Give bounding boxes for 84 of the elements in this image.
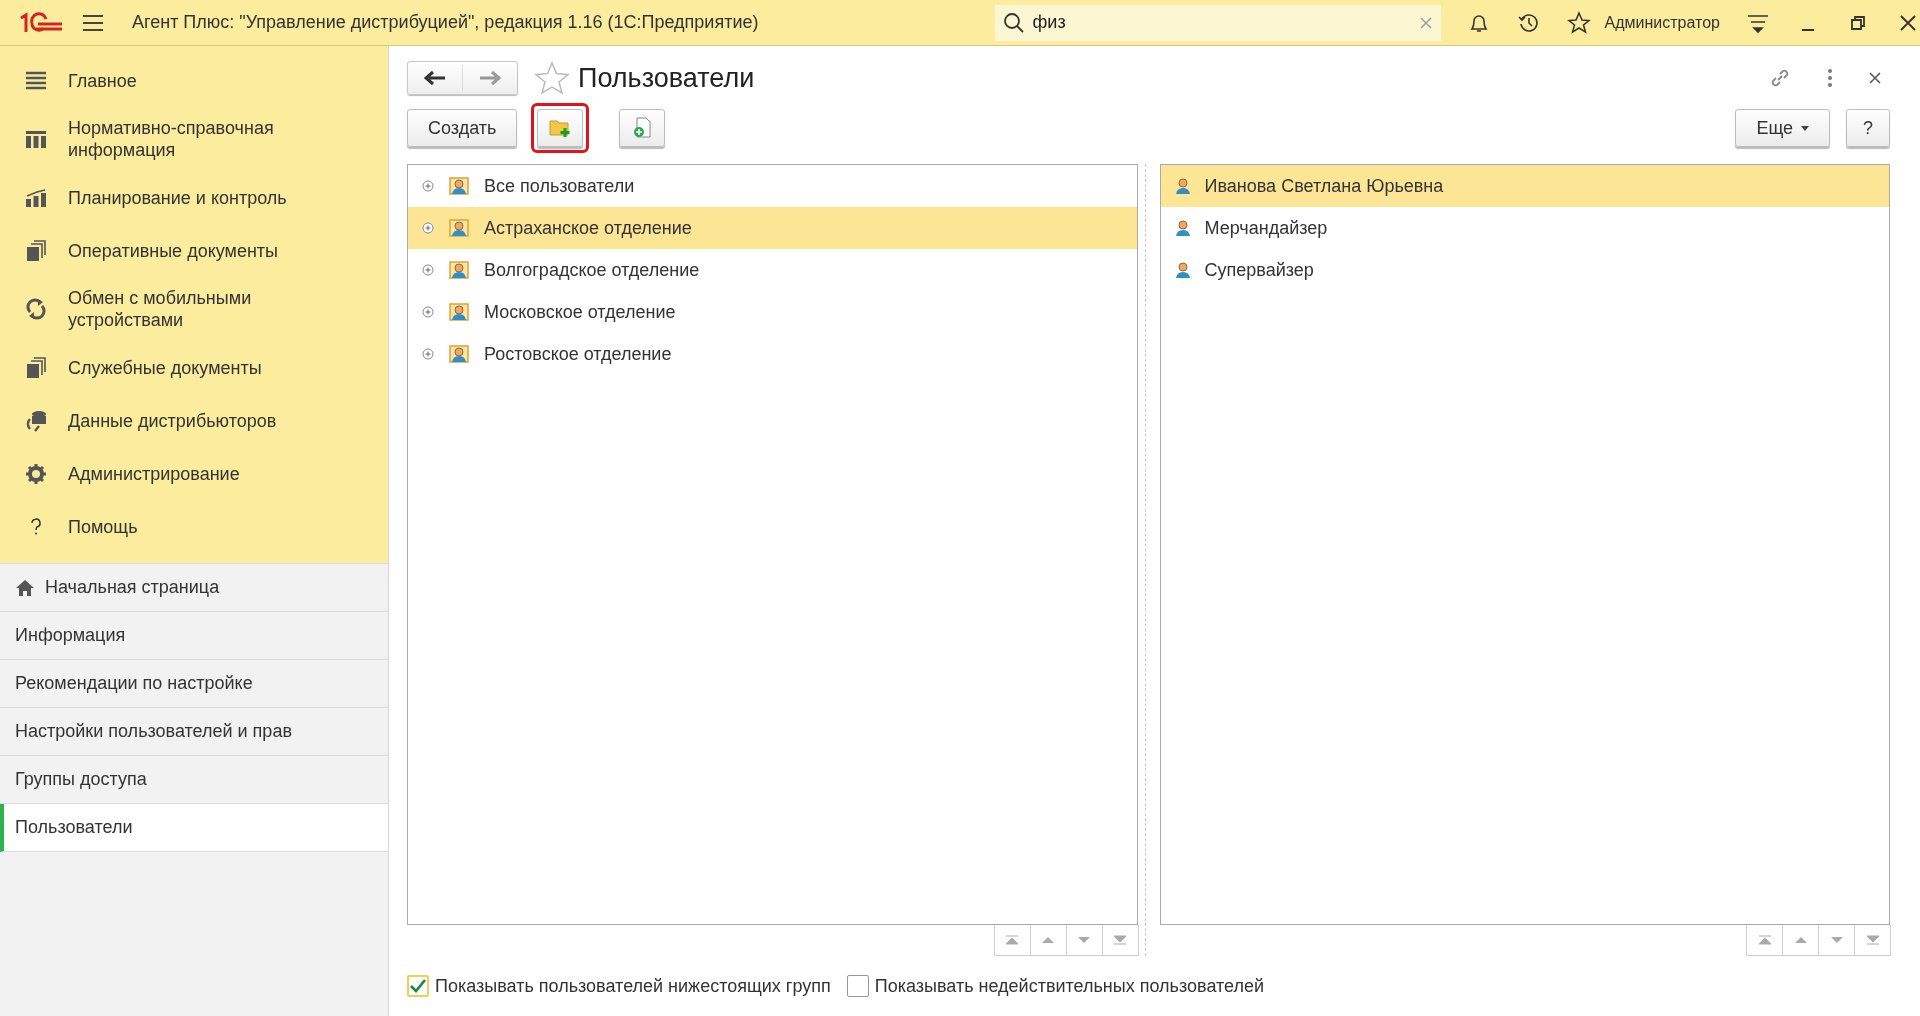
menu-icon[interactable] [82,13,104,32]
scroll-top-icon [1005,935,1019,945]
caret-icon [1801,125,1809,131]
expand-icon[interactable] [422,348,434,360]
forward-arrow-icon[interactable] [479,70,501,86]
expand-icon[interactable] [422,180,434,192]
checkbox-label[interactable]: Показывать пользователей нижестоящих групп [435,975,831,997]
scroll-top-icon [1757,935,1772,945]
expand-icon[interactable] [422,306,434,318]
group-row[interactable]: Астраханское отделение [408,207,1137,249]
settings-icon [25,462,47,485]
nav-link[interactable]: Начальная страница [0,564,388,612]
triangle-down-icon [1829,936,1844,944]
documents-icon [25,239,47,262]
scroll-top-button[interactable] [1746,925,1783,956]
logo-icon [18,11,64,34]
user-group-icon [448,176,470,196]
triangle-up-icon [1041,936,1055,944]
triangle-down-icon [1077,936,1091,944]
section-item[interactable]: Данные дистрибьюторов [0,394,388,447]
checkbox[interactable] [846,975,869,997]
group-row[interactable]: Ростовское отделение [408,333,1137,375]
checkbox-label[interactable]: Показывать недействительных пользователей [874,975,1265,997]
add-document-button[interactable] [619,109,666,147]
search-input[interactable]: физ [1030,11,1413,34]
search-icon [1002,11,1025,34]
folder-plus-icon [549,118,572,138]
document-plus-icon [632,117,653,139]
checkbox[interactable] [407,975,429,997]
search-field[interactable]: физ [994,4,1441,41]
scroll-bottom-icon [1865,935,1880,945]
help-button[interactable]: ? [1846,109,1890,147]
columns-icon [25,129,47,149]
user-group-icon [448,344,470,364]
scroll-top-button[interactable] [993,925,1031,956]
form-title: Пользователи [578,62,755,94]
user-row[interactable]: Мерчандайзер [1160,207,1889,249]
group-row[interactable]: Московское отделение [408,291,1137,333]
nav-link[interactable]: Информация [0,612,388,660]
window-title: Агент Плюс: "Управление дистрибуцией", редакция 1.16 (1С:Предприятие) [132,12,759,33]
user-icon [1174,177,1191,195]
section-item[interactable]: Обмен с мобильными устройствами [0,277,388,341]
close-icon[interactable] [1868,71,1882,85]
scroll-bottom-button[interactable] [1854,925,1891,956]
triangle-up-icon [1793,936,1808,944]
user-row[interactable]: Иванова Светлана Юрьевна [1160,165,1889,207]
nav-link[interactable]: Настройки пользователей и прав [0,708,388,756]
database-icon [25,409,47,432]
scroll-bottom-icon [1113,935,1127,945]
nav-link[interactable]: Рекомендации по настройке [0,660,388,708]
scroll-bottom-button[interactable] [1101,925,1139,956]
more-button[interactable]: Еще [1735,109,1830,147]
user-group-icon [448,260,470,280]
documents-icon [25,356,47,379]
section-item[interactable]: Нормативно-справочная информация [0,107,388,171]
nav-link[interactable]: Пользователи [0,804,388,852]
section-item[interactable]: Главное [0,54,388,107]
create-button[interactable]: Создать [407,109,518,147]
user-group-icon [448,218,470,238]
lines-icon [25,70,47,91]
group-row[interactable]: Волгоградское отделение [408,249,1137,291]
more-icon[interactable] [1826,68,1834,88]
bar-chart-icon [25,187,47,208]
help-icon [30,517,42,536]
expand-icon[interactable] [422,264,434,276]
home-icon [15,578,35,597]
back-arrow-icon[interactable] [424,70,446,86]
favorite-star-icon[interactable] [534,61,570,95]
user-icon [1174,219,1191,237]
user-group-icon [448,302,470,322]
section-item[interactable]: Администрирование [0,447,388,500]
sync-icon [25,298,47,320]
section-item[interactable]: Помощь [0,500,388,553]
section-item[interactable]: Оперативные документы [0,224,388,277]
user-row[interactable]: Супервайзер [1160,249,1889,291]
user-icon [1174,261,1191,279]
group-row[interactable]: Все пользователи [408,165,1137,207]
create-folder-button[interactable] [537,109,584,147]
section-item[interactable]: Служебные документы [0,341,388,394]
user-name[interactable]: Администратор [1604,13,1720,32]
clear-icon[interactable] [1418,15,1433,30]
section-item[interactable]: Планирование и контроль [0,171,388,224]
star-icon[interactable] [1566,10,1591,35]
expand-icon[interactable] [422,222,434,234]
